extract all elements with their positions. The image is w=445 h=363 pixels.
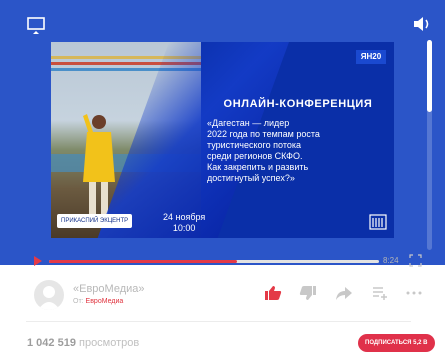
fullscreen-icon[interactable]	[409, 254, 422, 267]
channel-avatar[interactable]	[34, 280, 64, 310]
avatar-icon	[38, 286, 60, 310]
progress-track[interactable]	[49, 260, 379, 263]
progress-fill	[49, 260, 238, 263]
player-controls: 8:24	[0, 248, 445, 276]
slide-body-line: Как закрепить и развить	[207, 162, 309, 172]
slide-badge: ЯН20	[356, 50, 386, 64]
slide-body-line: туристического потока	[207, 140, 301, 150]
slide-date-time: 10:00	[172, 223, 196, 233]
building-icon	[369, 214, 387, 230]
slide-body: «Дагестан — лидер 2022 года по темпам ро…	[203, 118, 393, 184]
more-icon[interactable]	[405, 285, 423, 301]
slide-date-day: 24 ноября	[163, 212, 206, 222]
slide-body-line: «Дагестан — лидер	[207, 118, 290, 128]
channel-name[interactable]: «ЕвроМедиа»	[73, 283, 145, 295]
play-icon[interactable]	[33, 255, 43, 267]
video-player[interactable]: ЯН20 ОНЛАЙН-КОНФЕРЕНЦИЯ «Дагестан — лиде…	[0, 0, 445, 265]
slide-body-line: 2022 года по темпам роста	[207, 129, 320, 139]
video-frame[interactable]: ЯН20 ОНЛАЙН-КОНФЕРЕНЦИЯ «Дагестан — лиде…	[51, 42, 394, 238]
like-icon[interactable]	[264, 285, 282, 301]
view-count: 1 042 519 просмотров	[27, 337, 139, 349]
volume-icon[interactable]	[413, 16, 433, 32]
volume-scrollbar[interactable]	[427, 40, 432, 250]
slide-body-line: среди регионов СКФО.	[207, 151, 303, 161]
channel-from-label: От:	[73, 298, 86, 305]
dislike-icon[interactable]	[299, 285, 317, 301]
subscribe-button[interactable]: ПОДПИСАТЬСЯ 5,2 В	[358, 334, 435, 352]
slide-date: 24 ноября 10:00	[163, 212, 205, 234]
slide-body-line: достигнутый успех?»	[207, 173, 295, 183]
add-to-playlist-icon[interactable]	[372, 285, 390, 301]
view-count-number: 1 042 519	[27, 337, 76, 349]
time-display: 8:24	[383, 256, 399, 265]
divider	[26, 321, 411, 322]
slide-footer-logo: ПРИКАСПИЙ ЭКЦЕНТР	[57, 214, 133, 228]
slide-title: ОНЛАЙН-КОНФЕРЕНЦИЯ	[223, 98, 373, 110]
view-count-label: просмотров	[75, 337, 140, 349]
channel-from: От: ЕвроМедиа	[73, 298, 123, 305]
volume-scrollbar-thumb[interactable]	[427, 40, 432, 112]
cast-icon[interactable]	[27, 16, 45, 36]
channel-from-source[interactable]: ЕвроМедиа	[86, 298, 124, 305]
share-icon[interactable]	[335, 285, 353, 301]
